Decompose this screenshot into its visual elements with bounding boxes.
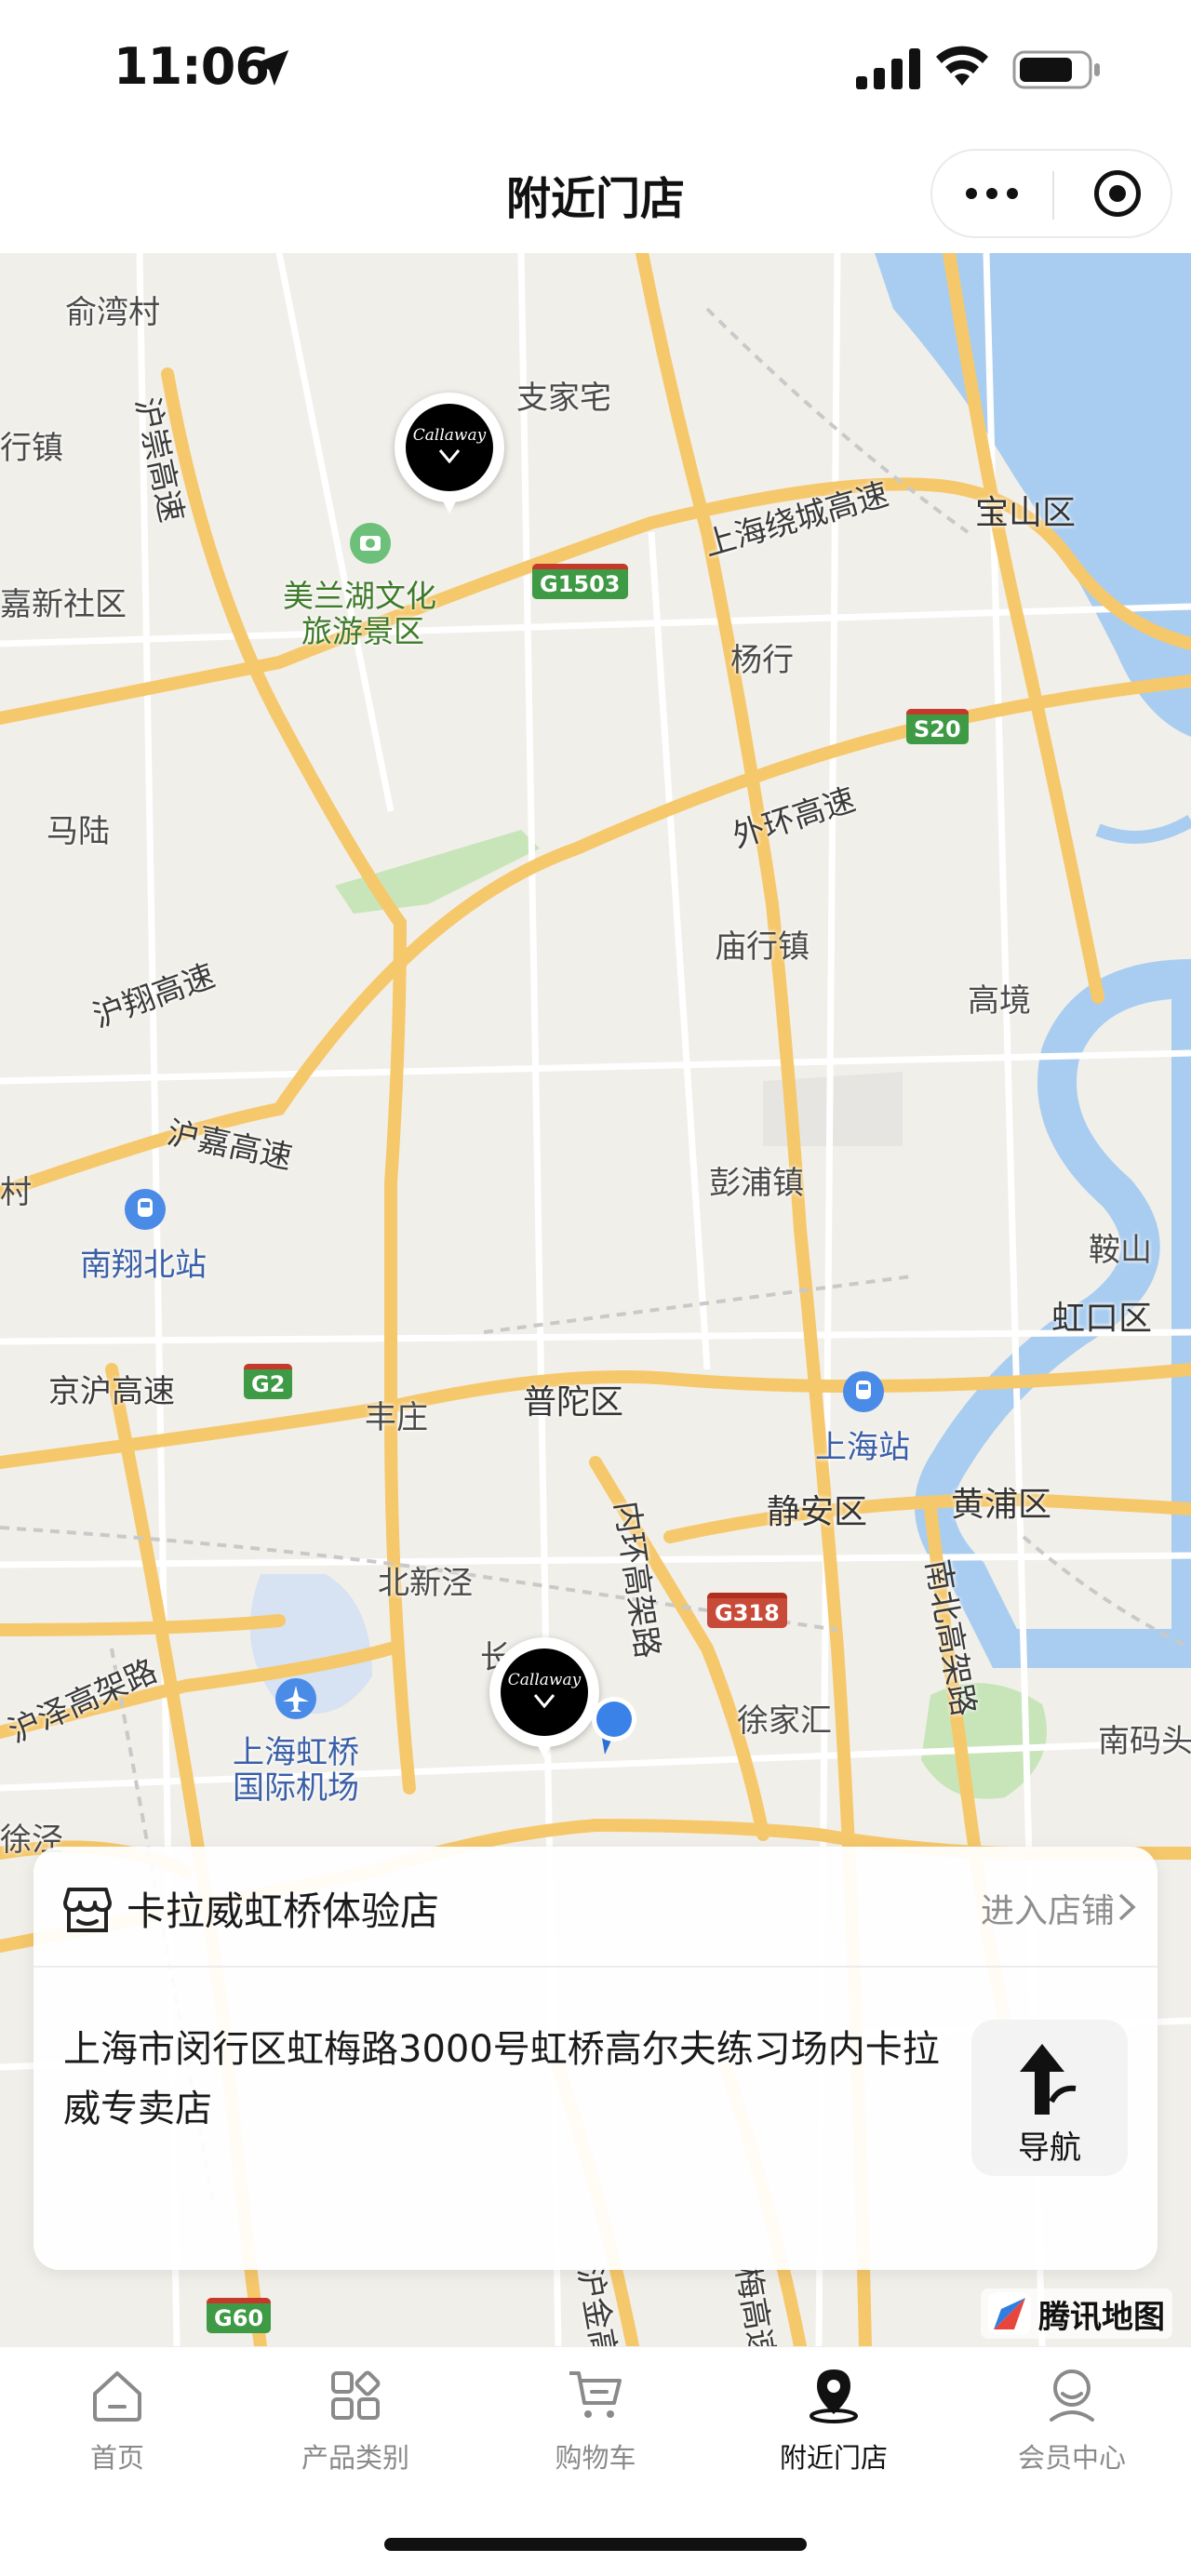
navigate-label: 导航 xyxy=(1018,2129,1081,2167)
highway-shield-g2: G2 xyxy=(244,1364,293,1399)
store-name: 卡拉威虹桥体验店 xyxy=(127,1889,440,1934)
store-address: 上海市闵行区虹梅路3000号虹桥高尔夫练习场内卡拉威专卖店 xyxy=(63,2028,940,2130)
category-icon xyxy=(331,2370,381,2420)
map-label-hongkou: 虹口区 xyxy=(1051,1300,1153,1338)
map-provider-name: 腾讯地图 xyxy=(1038,2298,1165,2336)
tab-cart-label: 购物车 xyxy=(555,2442,636,2474)
home-indicator xyxy=(384,2538,807,2551)
tab-member-center-label: 会员中心 xyxy=(1017,2442,1126,2474)
callaway-logo-icon: Callaway xyxy=(501,1648,588,1736)
status-bar: 11:06 xyxy=(0,0,1191,140)
wifi-icon xyxy=(936,46,988,86)
highway-shield-g318: G318 xyxy=(707,1593,787,1628)
train-station-icon xyxy=(125,1189,166,1230)
chevron-right-icon[interactable] xyxy=(1117,1891,1137,1923)
tab-categories-label: 产品类别 xyxy=(301,2442,409,2474)
chevron-logo-icon xyxy=(533,1694,555,1708)
storefront-icon xyxy=(63,1888,112,1932)
person-icon xyxy=(1050,2369,1094,2422)
train-station-icon xyxy=(843,1371,884,1412)
store-map-marker[interactable]: Callaway xyxy=(395,393,504,523)
tab-home[interactable]: 首页 xyxy=(24,2366,210,2487)
map-label-yanghang: 杨行 xyxy=(730,642,794,679)
map-label-putuo: 普陀区 xyxy=(523,1383,624,1421)
highway-label-jinghu: 京沪高速 xyxy=(48,1373,175,1410)
callaway-wordmark: Callaway xyxy=(412,426,487,445)
location-pin-icon xyxy=(810,2369,858,2423)
map-label-gaojing: 高境 xyxy=(968,982,1031,1020)
home-icon xyxy=(93,2371,141,2422)
map-label-yuwancun: 俞湾村 xyxy=(65,294,160,331)
map-provider-logo: 腾讯地图 xyxy=(981,2289,1172,2339)
map-label-shanghaizhan: 上海站 xyxy=(815,1429,910,1466)
target-icon xyxy=(1094,170,1141,217)
tab-nearby-stores-label: 附近门店 xyxy=(779,2442,888,2474)
map-label-nanxiangbei: 南翔北站 xyxy=(80,1247,207,1284)
nav-bar: 附近门店 xyxy=(0,140,1191,253)
navigation-arrow-icon xyxy=(1020,2044,1077,2115)
map-label-zhijiazhai: 支家宅 xyxy=(516,380,611,417)
capsule-divider xyxy=(1052,171,1054,220)
store-card-header[interactable]: 卡拉威虹桥体验店 进入店铺 xyxy=(33,1847,1158,1968)
store-card: 卡拉威虹桥体验店 进入店铺 上海市闵行区虹梅路3000号虹桥高尔夫练习场内卡拉威… xyxy=(33,1847,1158,2270)
map-label-xingzhen: 行镇 xyxy=(0,430,63,467)
map-label-anshan: 鞍山 xyxy=(1089,1232,1152,1269)
location-arrow-icon xyxy=(252,49,289,87)
highway-shield-g1503: G1503 xyxy=(532,564,628,599)
map-label-nanmatou: 南码头 xyxy=(1098,1723,1191,1760)
map-label-xujiahui: 徐家汇 xyxy=(737,1702,832,1740)
current-location-icon xyxy=(592,1697,636,1755)
highway-shield-g60: G60 xyxy=(207,2298,272,2333)
dot-icon xyxy=(986,188,997,199)
battery-icon xyxy=(1012,50,1100,89)
tab-nearby-stores[interactable]: 附近门店 xyxy=(741,2366,927,2487)
highway-shield-s20: S20 xyxy=(906,709,969,744)
close-mini-program-button[interactable] xyxy=(1063,151,1172,236)
callaway-logo-icon: Callaway xyxy=(406,404,493,491)
tab-cart[interactable]: 购物车 xyxy=(502,2366,689,2487)
map-label-cun: 村 xyxy=(0,1174,32,1211)
store-map-marker-selected[interactable]: Callaway xyxy=(489,1637,599,1768)
marker-tail xyxy=(437,491,462,514)
dot-icon xyxy=(966,188,977,199)
signal-icon xyxy=(856,48,920,89)
map-label-huangpu: 黄浦区 xyxy=(951,1486,1052,1524)
mini-program-capsule xyxy=(930,149,1172,238)
map-label-meilanhu-2: 旅游景区 xyxy=(301,613,424,649)
navigate-button[interactable]: 导航 xyxy=(971,2020,1128,2176)
callaway-wordmark: Callaway xyxy=(507,1671,582,1689)
chevron-logo-icon xyxy=(438,449,461,463)
map-label-beixinjing: 北新泾 xyxy=(378,1565,473,1602)
tencent-map-icon xyxy=(988,2292,1031,2335)
map-label-malu: 马陆 xyxy=(47,813,110,850)
marker-tail xyxy=(532,1736,556,1758)
tab-member-center[interactable]: 会员中心 xyxy=(979,2366,1165,2487)
map-label-baoshan: 宝山区 xyxy=(975,494,1077,532)
map-label-jiaxin: 嘉新社区 xyxy=(0,586,127,623)
map-label-fengzhuang: 丰庄 xyxy=(365,1399,428,1436)
airport-icon xyxy=(275,1678,316,1719)
map-label-miaohang: 庙行镇 xyxy=(715,928,810,966)
map-label-jingan: 静安区 xyxy=(767,1493,868,1531)
map-label-hongqiao-airport-2: 国际机场 xyxy=(233,1769,359,1807)
tab-categories[interactable]: 产品类别 xyxy=(262,2366,448,2487)
cart-icon xyxy=(569,2371,622,2418)
enter-store-link[interactable]: 进入店铺 xyxy=(981,1884,1115,1932)
more-button[interactable] xyxy=(932,151,1051,236)
status-time: 11:06 xyxy=(114,37,270,96)
tab-home-label: 首页 xyxy=(89,2442,144,2474)
map-label-pengpu: 彭浦镇 xyxy=(709,1165,804,1202)
dot-icon xyxy=(1007,188,1018,199)
scenic-spot-icon xyxy=(350,523,391,564)
